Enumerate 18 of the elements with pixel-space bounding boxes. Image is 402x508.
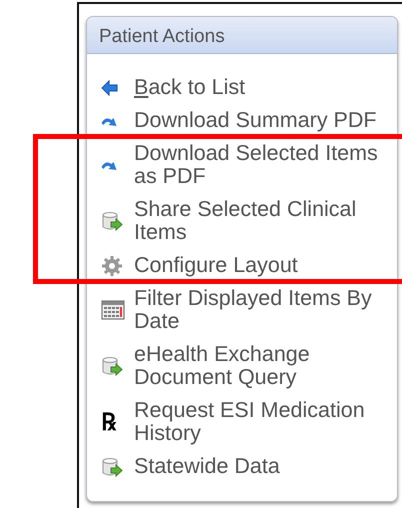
action-link[interactable]: Configure Layout [101,254,393,277]
curved-arrow-icon [101,160,117,170]
action-link[interactable]: Download Selected Items as PDF [101,142,393,188]
action-link[interactable]: Share Selected Clinical Items [101,198,393,244]
action-link[interactable]: Back to List [101,76,393,99]
curved-arrow-icon [101,116,117,126]
action-link[interactable]: Filter Displayed Items By Date [101,287,393,333]
gear-icon [101,254,123,276]
action-link[interactable]: Statewide Data [101,455,393,478]
action-link[interactable]: Download Summary PDF [101,109,393,132]
panel-title: Patient Actions [87,17,397,54]
database-arrow-icon [101,210,123,232]
database-arrow-icon [101,355,123,377]
back-arrow-icon [101,80,119,96]
calendar-icon [101,299,125,321]
database-arrow-icon [101,456,123,478]
action-link[interactable]: eHealth Exchange Document Query [101,343,393,389]
prescription-symbol: ℞ [101,411,116,433]
